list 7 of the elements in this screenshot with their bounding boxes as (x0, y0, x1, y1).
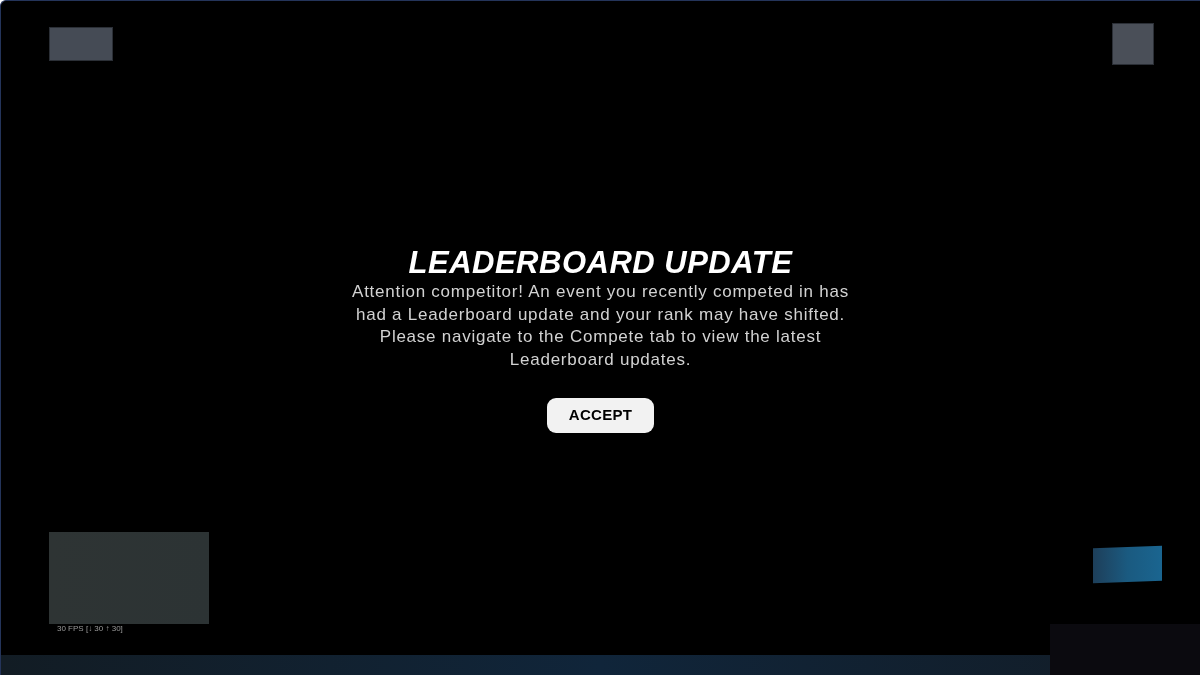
slanted-panel (1093, 545, 1162, 584)
dialog-message: Attention competitor! An event you recently competed in has had a Leaderboard update and your rank may have shifted. Please navigate to the Compete tab to view the latest Leaderboard updates. (351, 281, 850, 371)
fps-counter: 30 FPS [↓ 30 ↑ 30] (57, 624, 123, 634)
accept-button[interactable]: ACCEPT (547, 398, 654, 433)
dialog-title: LEADERBOARD UPDATE (408, 246, 793, 280)
blank-panel (1112, 23, 1154, 65)
blank-panel (49, 27, 113, 61)
